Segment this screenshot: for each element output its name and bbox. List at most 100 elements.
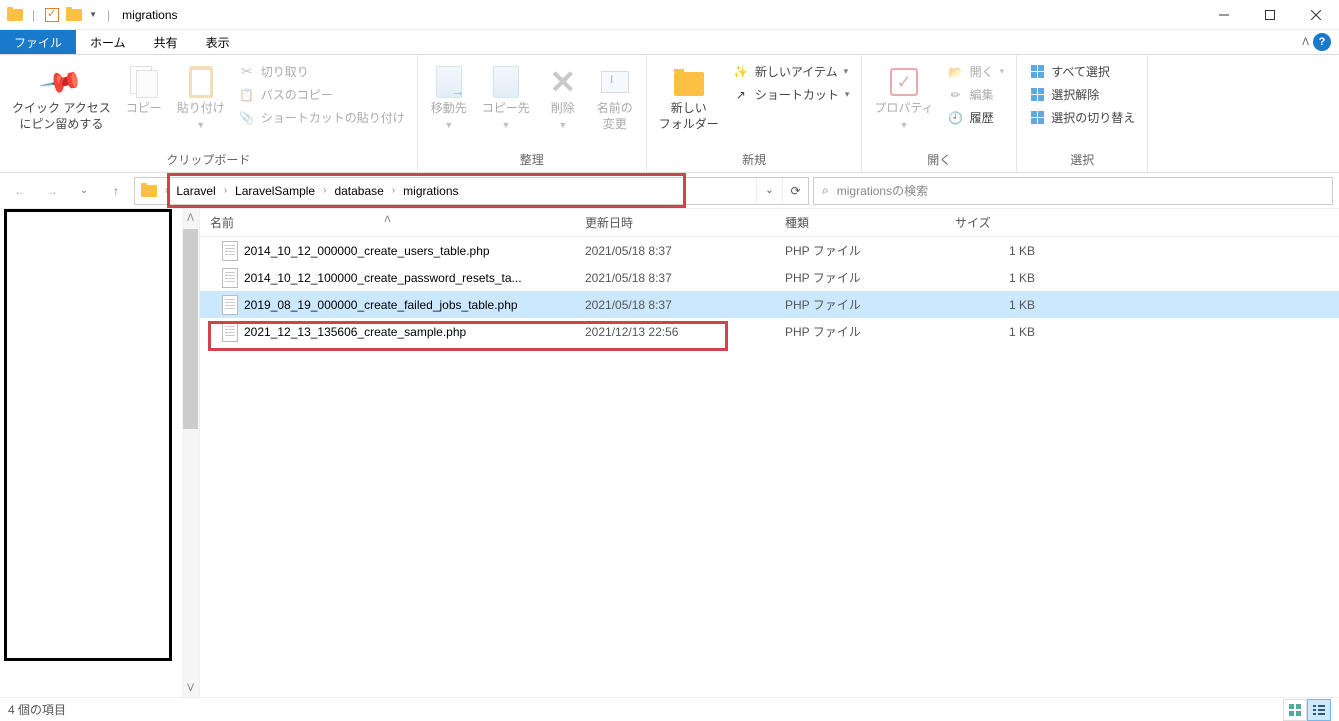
address-dropdown[interactable]: ⌄ xyxy=(756,178,782,204)
delete-icon: ✕ xyxy=(549,63,576,101)
forward-button[interactable]: → xyxy=(38,177,66,205)
rename-button[interactable]: 名前の 変更 xyxy=(590,59,640,136)
path-icon: 📋 xyxy=(239,87,255,103)
tab-share[interactable]: 共有 xyxy=(140,30,192,54)
new-group-label: 新規 xyxy=(653,149,856,172)
collapse-ribbon-icon[interactable]: ᐱ xyxy=(1302,37,1309,48)
tab-file[interactable]: ファイル xyxy=(0,30,76,54)
up-button[interactable]: ↑ xyxy=(102,177,130,205)
address-bar[interactable]: ›Laravel›LaravelSample›database›migratio… xyxy=(134,177,809,205)
navigation-pane[interactable]: ᐱ ᐯ xyxy=(0,209,200,697)
paste-shortcut-button[interactable]: 📎ショートカットの貼り付け xyxy=(233,107,411,128)
breadcrumb-segment[interactable]: migrations xyxy=(397,184,464,198)
scroll-up-icon[interactable]: ᐱ xyxy=(182,209,199,227)
copy-path-button[interactable]: 📋パスのコピー xyxy=(233,84,411,105)
file-type: PHP ファイル xyxy=(775,323,945,340)
pin-icon: 📌 xyxy=(38,58,85,105)
maximize-button[interactable] xyxy=(1247,0,1293,30)
organize-group-label: 整理 xyxy=(424,149,640,172)
crumb-sep-icon[interactable]: › xyxy=(222,185,229,196)
paste-button[interactable]: 貼り付け▼ xyxy=(171,59,231,136)
file-date: 2021/05/18 8:37 xyxy=(575,271,775,285)
file-icon xyxy=(222,295,238,315)
file-size: 1 KB xyxy=(945,244,1045,258)
file-date: 2021/12/13 22:56 xyxy=(575,325,775,339)
new-shortcut-button[interactable]: ↗ショートカット ▾ xyxy=(727,84,856,105)
move-to-button[interactable]: 移動先▼ xyxy=(424,59,474,136)
breadcrumb-segment[interactable]: database xyxy=(328,184,389,198)
edit-icon: ✏ xyxy=(948,87,964,103)
select-all-button[interactable]: すべて選択 xyxy=(1023,61,1141,82)
view-thumbnails-button[interactable] xyxy=(1283,699,1307,721)
scroll-down-icon[interactable]: ᐯ xyxy=(182,679,199,697)
address-row: ← → ⌄ ↑ ›Laravel›LaravelSample›database›… xyxy=(0,173,1339,209)
crumb-sep-icon[interactable]: › xyxy=(321,185,328,196)
select-invert-button[interactable]: 選択の切り替え xyxy=(1023,107,1141,128)
search-box[interactable]: ⌕ migrationsの検索 xyxy=(813,177,1333,205)
column-size[interactable]: サイズ xyxy=(945,214,1045,231)
close-button[interactable] xyxy=(1293,0,1339,30)
copy-button[interactable]: コピー xyxy=(119,59,169,121)
crumb-sep-icon[interactable]: › xyxy=(390,185,397,196)
new-item-icon: ✨ xyxy=(733,64,749,80)
breadcrumb-segment[interactable]: Laravel xyxy=(170,184,221,198)
column-type[interactable]: 種類 xyxy=(775,214,945,231)
new-item-button[interactable]: ✨新しいアイテム ▾ xyxy=(727,61,856,82)
cut-button[interactable]: ✂切り取り xyxy=(233,61,411,82)
file-size: 1 KB xyxy=(945,271,1045,285)
crumb-sep-icon[interactable]: › xyxy=(163,185,170,196)
file-row[interactable]: 2019_08_19_000000_create_failed_jobs_tab… xyxy=(200,291,1339,318)
help-icon[interactable]: ? xyxy=(1313,33,1331,51)
file-row[interactable]: 2014_10_12_000000_create_users_table.php… xyxy=(200,237,1339,264)
scissors-icon: ✂ xyxy=(239,64,255,80)
properties-icon: ✓ xyxy=(890,68,918,96)
title-bar: | ▼ | migrations xyxy=(0,0,1339,30)
open-group-label: 開く xyxy=(868,149,1010,172)
search-placeholder: migrationsの検索 xyxy=(837,182,928,199)
open-button[interactable]: 📂開く ▾ xyxy=(942,61,1011,82)
search-icon: ⌕ xyxy=(822,183,829,198)
copy-icon xyxy=(130,66,158,98)
refresh-button[interactable]: ⟳ xyxy=(782,178,808,204)
select-none-icon xyxy=(1029,87,1045,103)
file-size: 1 KB xyxy=(945,325,1045,339)
file-date: 2021/05/18 8:37 xyxy=(575,298,775,312)
new-folder-icon xyxy=(674,72,704,96)
scroll-thumb[interactable] xyxy=(183,229,198,429)
file-name: 2019_08_19_000000_create_failed_jobs_tab… xyxy=(244,298,518,312)
select-none-button[interactable]: 選択解除 xyxy=(1023,84,1141,105)
column-date[interactable]: 更新日時 xyxy=(575,214,775,231)
ribbon: 📌 クイック アクセス にピン留めする コピー 貼り付け▼ ✂切り取り 📋パスの… xyxy=(0,55,1339,173)
qat-folder-icon[interactable] xyxy=(65,6,83,24)
copyto-icon xyxy=(493,66,519,98)
delete-button[interactable]: ✕ 削除▼ xyxy=(538,59,588,136)
file-row[interactable]: 2021_12_13_135606_create_sample.php 2021/… xyxy=(200,318,1339,345)
back-button[interactable]: ← xyxy=(6,177,34,205)
file-name: 2021_12_13_135606_create_sample.php xyxy=(244,325,466,339)
status-bar: 4 個の項目 xyxy=(0,697,1339,721)
qat-check-icon[interactable] xyxy=(43,6,61,24)
sidebar-scrollbar[interactable]: ᐱ ᐯ xyxy=(182,209,199,697)
rename-icon xyxy=(601,71,629,93)
details-icon xyxy=(1313,704,1325,716)
edit-button[interactable]: ✏編集 xyxy=(942,84,1011,105)
tab-view[interactable]: 表示 xyxy=(192,30,244,54)
qat-dropdown-icon[interactable]: ▼ xyxy=(87,10,99,19)
file-name: 2014_10_12_000000_create_users_table.php xyxy=(244,244,490,258)
tab-home[interactable]: ホーム xyxy=(76,30,140,54)
properties-button[interactable]: ✓ プロパティ▼ xyxy=(868,59,939,136)
column-name[interactable]: ᐱ 名前 xyxy=(200,214,575,231)
file-list: 2014_10_12_000000_create_users_table.php… xyxy=(200,237,1339,697)
recent-button[interactable]: ⌄ xyxy=(70,177,98,205)
item-count: 4 個の項目 xyxy=(8,701,66,718)
history-button[interactable]: 🕘履歴 xyxy=(942,107,1011,128)
pin-quick-access-button[interactable]: 📌 クイック アクセス にピン留めする xyxy=(6,59,117,136)
view-details-button[interactable] xyxy=(1307,699,1331,721)
new-folder-button[interactable]: 新しい フォルダー xyxy=(653,59,725,136)
copy-to-button[interactable]: コピー先▼ xyxy=(476,59,536,136)
breadcrumb-segment[interactable]: LaravelSample xyxy=(229,184,321,198)
file-name: 2014_10_12_100000_create_password_resets… xyxy=(244,271,522,285)
file-icon xyxy=(222,241,238,261)
minimize-button[interactable] xyxy=(1201,0,1247,30)
file-row[interactable]: 2014_10_12_100000_create_password_resets… xyxy=(200,264,1339,291)
